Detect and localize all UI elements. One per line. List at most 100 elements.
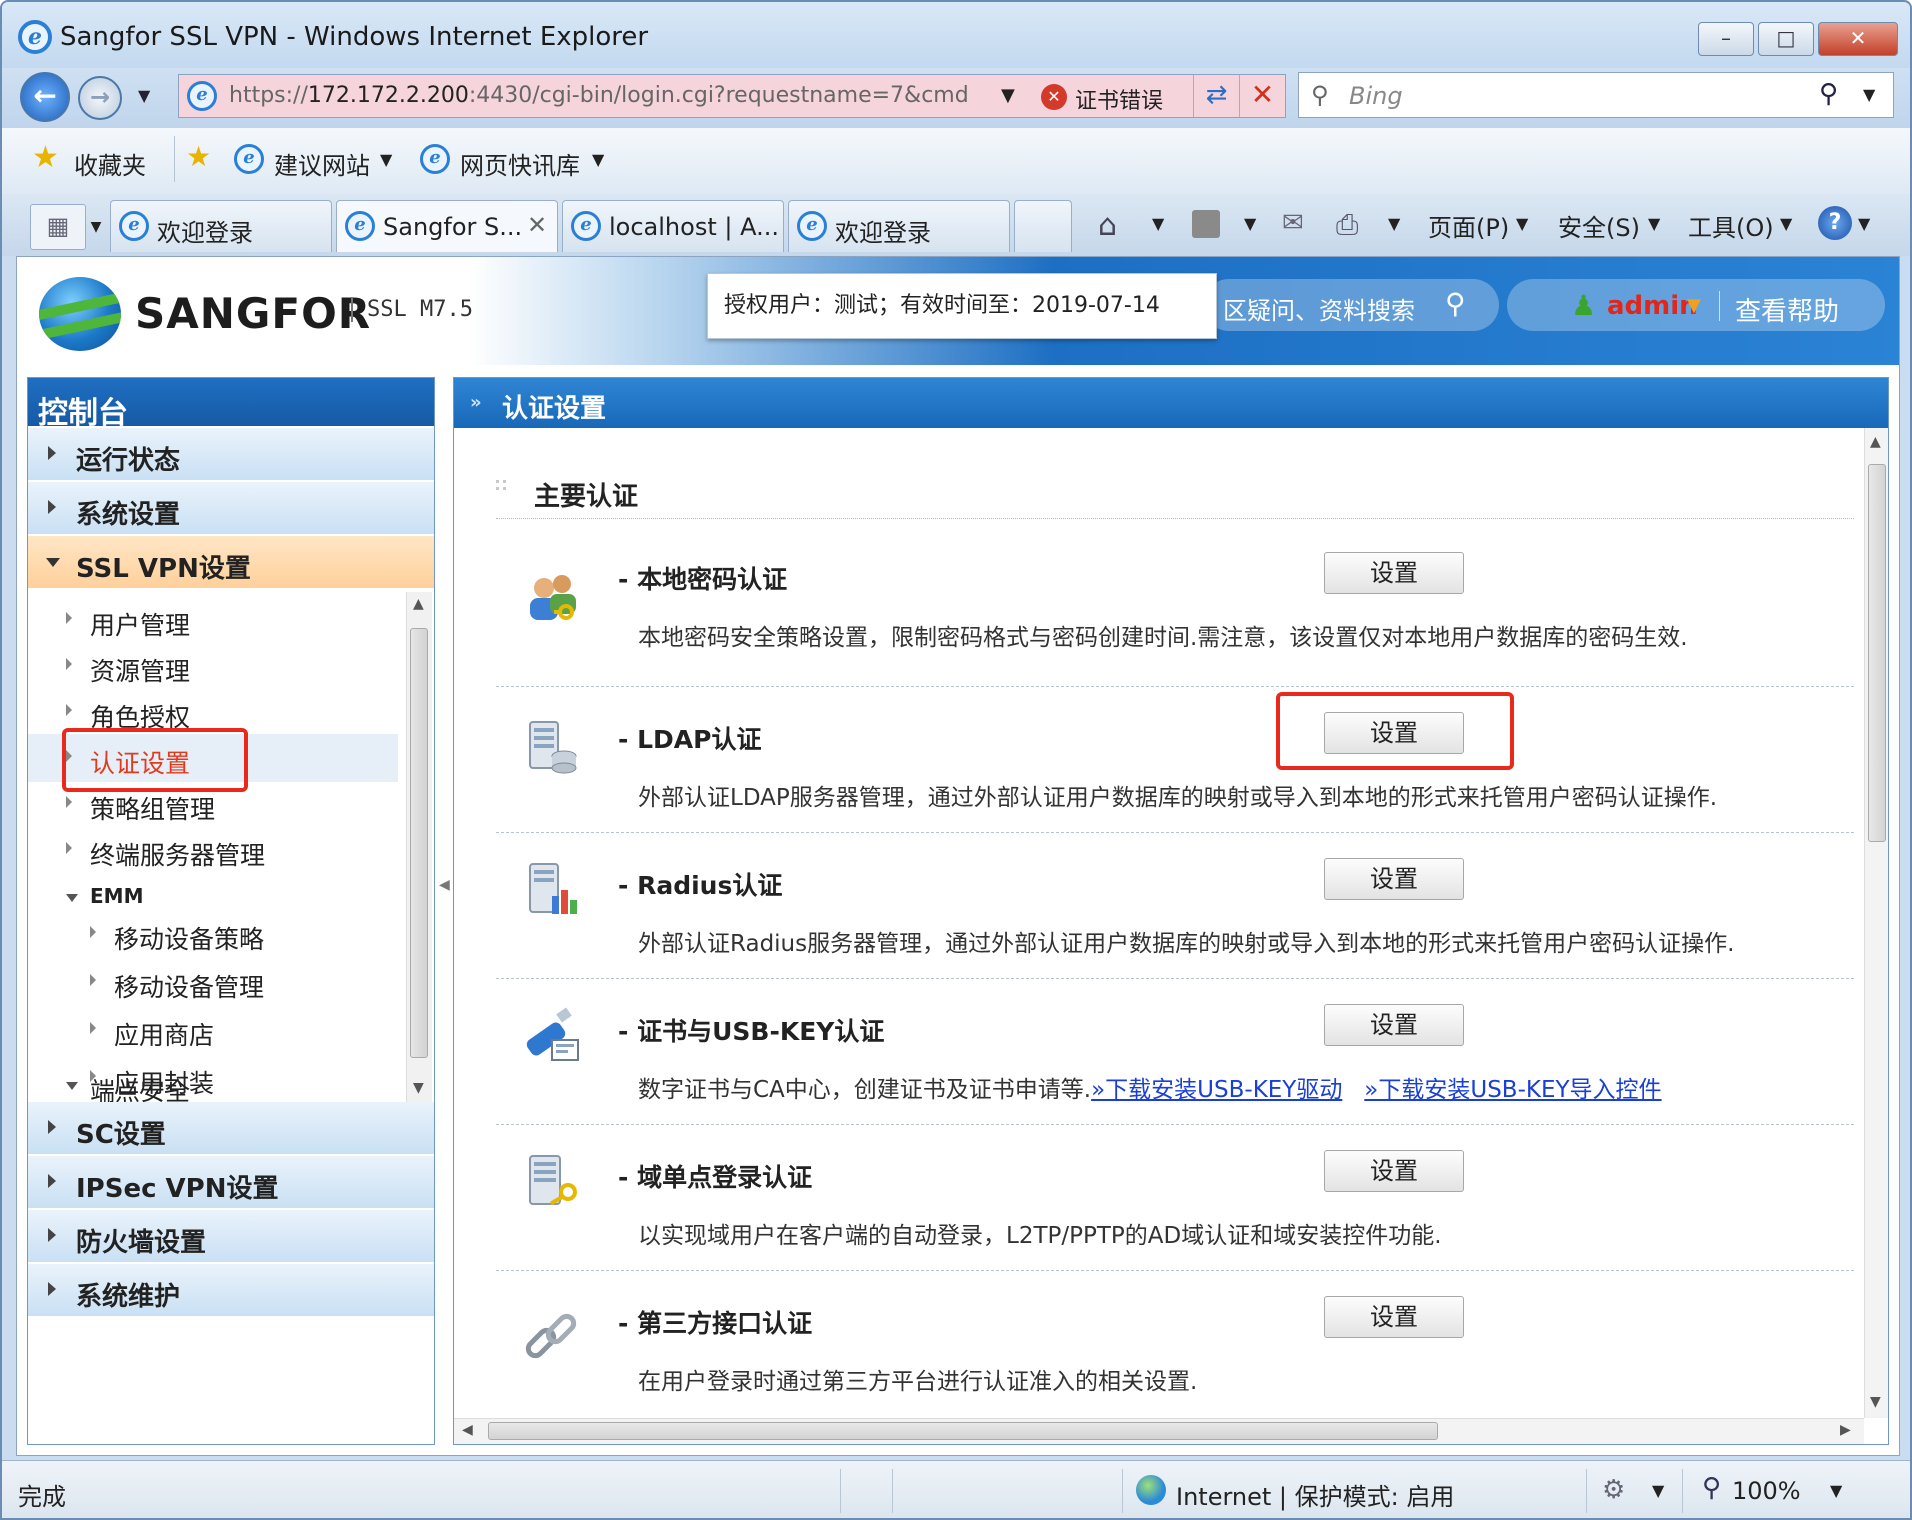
scroll-up-icon[interactable]: ▲ (413, 596, 424, 612)
main-horizontal-scrollbar[interactable]: ◀ ▶ (454, 1418, 1864, 1444)
chevron-down-icon[interactable]: ▼ (1388, 214, 1400, 233)
main-header: » 认证设置 (454, 378, 1888, 428)
separator (1586, 1469, 1587, 1513)
close-button[interactable]: ✕ (1818, 22, 1898, 56)
chevron-down-icon[interactable]: ▼ (592, 150, 604, 169)
add-favorite-icon[interactable]: ★ (186, 140, 211, 173)
chevron-down-icon[interactable]: ▼ (1652, 1481, 1664, 1500)
address-dropdown-icon[interactable]: ▼ (1001, 85, 1015, 106)
chevron-down-icon[interactable]: ▼ (1830, 1481, 1842, 1500)
search-icon[interactable]: ⚲ (1819, 79, 1838, 109)
sidebar-item-sc-settings[interactable]: SC设置 (28, 1102, 434, 1156)
radius-settings-button[interactable]: 设置 (1324, 858, 1464, 900)
download-usbkey-driver-link[interactable]: »下载安装USB-KEY驱动 (1091, 1077, 1342, 1103)
tools-menu[interactable]: 工具(O) (1688, 208, 1774, 243)
feeds-icon[interactable] (1192, 210, 1220, 238)
scrollbar-thumb[interactable] (488, 1422, 1438, 1440)
chevron-down-icon[interactable]: ▼ (380, 150, 392, 169)
home-icon[interactable]: ⌂ (1098, 208, 1117, 243)
tab-sangfor[interactable]: e Sangfor S... ✕ (336, 200, 558, 252)
cert-error-label[interactable]: 证书错误 (1075, 83, 1163, 115)
scroll-down-icon[interactable]: ▼ (413, 1080, 424, 1096)
print-icon[interactable]: ⎙ (1336, 208, 1358, 242)
tab-welcome-1[interactable]: e 欢迎登录 (110, 200, 332, 252)
address-bar[interactable]: e https://172.172.2.200:4430/cgi-bin/log… (178, 74, 1286, 118)
browser-window: e Sangfor SSL VPN - Windows Internet Exp… (0, 0, 1912, 1520)
tab-list-icon[interactable]: ▼ (86, 204, 106, 250)
sidebar-item-label: 资源管理 (90, 657, 191, 686)
sidebar-item-mobile-management[interactable]: 移动设备管理 (28, 958, 398, 1006)
user-menu-icon[interactable]: ▼ (1687, 295, 1701, 316)
chevron-down-icon[interactable]: ▼ (1152, 214, 1164, 233)
sidebar-item-terminal-server[interactable]: 终端服务器管理 (28, 826, 398, 874)
ssl-vpn-submenu: 用户管理 资源管理 角色授权 认证设置 策略组管理 终端服务器管理 EMM 移动… (28, 592, 434, 1100)
new-tab-button[interactable] (1014, 200, 1072, 252)
help-link[interactable]: 查看帮助 (1735, 291, 1839, 328)
zoom-level[interactable]: 100% (1732, 1477, 1801, 1505)
server-database-icon (529, 721, 577, 774)
sidebar-item-ssl-vpn[interactable]: SSL VPN设置 (28, 536, 434, 590)
safety-menu[interactable]: 安全(S) (1558, 208, 1640, 243)
forward-icon[interactable]: → (78, 76, 122, 120)
sidebar-title: 控制台 (28, 378, 434, 431)
stop-icon[interactable]: ✕ (1239, 75, 1285, 117)
sidebar-group-endpoint-security[interactable]: 端点安全 (28, 1062, 398, 1102)
suggested-sites-link[interactable]: 建议网站 (274, 146, 370, 181)
page-menu[interactable]: 页面(P) (1428, 208, 1509, 243)
sidebar-item-user-management[interactable]: 用户管理 (28, 596, 398, 644)
sidebar-item-resource-management[interactable]: 资源管理 (28, 642, 398, 690)
restore-button[interactable]: □ (1758, 22, 1814, 56)
scrollbar-thumb[interactable] (1868, 464, 1886, 842)
user-name[interactable]: admin (1607, 291, 1698, 321)
sidebar-item-run-status[interactable]: 运行状态 (28, 428, 434, 482)
zoom-icon[interactable]: ⚲ (1702, 1473, 1721, 1503)
scroll-right-icon[interactable]: ▶ (1840, 1422, 1851, 1438)
certificate-settings-button[interactable]: 设置 (1324, 1004, 1464, 1046)
minimize-button[interactable]: – (1698, 22, 1754, 56)
highlight-box (1276, 692, 1514, 770)
download-usbkey-import-control-link[interactable]: »下载安装USB-KEY导入控件 (1364, 1077, 1661, 1103)
local-password-settings-button[interactable]: 设置 (1324, 552, 1464, 594)
web-slice-gallery-link[interactable]: 网页快讯库 (460, 146, 580, 181)
chevron-right-icon (48, 1282, 56, 1296)
third-party-settings-button[interactable]: 设置 (1324, 1296, 1464, 1338)
protected-mode-icon[interactable]: ⚙ (1602, 1475, 1625, 1505)
sidebar-item-system-settings[interactable]: 系统设置 (28, 482, 434, 536)
search-options-icon[interactable]: ▼ (1863, 85, 1875, 104)
domain-sso-settings-button[interactable]: 设置 (1324, 1150, 1464, 1192)
chevron-down-icon[interactable]: ▼ (1244, 214, 1256, 233)
quick-tabs-icon[interactable]: ▦ (30, 204, 86, 250)
sidebar-item-firewall[interactable]: 防火墙设置 (28, 1210, 434, 1264)
chevron-down-icon[interactable]: ▼ (1858, 214, 1870, 233)
scroll-down-icon[interactable]: ▼ (1870, 1394, 1881, 1410)
search-input[interactable]: Bing (1349, 82, 1403, 110)
main-vertical-scrollbar[interactable]: ▲ ▼ (1864, 428, 1888, 1418)
sidebar-scrollbar[interactable]: ▲ ▼ (406, 592, 432, 1102)
scroll-up-icon[interactable]: ▲ (1870, 434, 1881, 450)
search-icon[interactable]: ⚲ (1445, 287, 1466, 320)
scrollbar-thumb[interactable] (410, 628, 428, 1058)
security-zone[interactable]: Internet | 保护模式: 启用 (1176, 1477, 1454, 1512)
cert-error-icon[interactable]: ✕ (1041, 84, 1067, 110)
sidebar-item-maintenance[interactable]: 系统维护 (28, 1264, 434, 1318)
close-tab-icon[interactable]: ✕ (527, 211, 547, 239)
header-search[interactable]: 区疑问、资料搜索 ⚲ (1203, 279, 1499, 331)
search-box[interactable]: ⚲ Bing ⚲ ▼ (1298, 72, 1894, 118)
separator (1682, 1469, 1683, 1513)
address-url[interactable]: https://172.172.2.200:4430/cgi-bin/login… (229, 83, 999, 108)
tab-localhost[interactable]: e localhost | A... (562, 200, 784, 252)
sidebar-item-label: 端点安全 (90, 1077, 191, 1102)
tab-welcome-2[interactable]: e 欢迎登录 (788, 200, 1010, 252)
refresh-icon[interactable]: ⇄ (1193, 75, 1239, 117)
sidebar-item-ipsec-vpn[interactable]: IPSec VPN设置 (28, 1156, 434, 1210)
history-dropdown-icon[interactable]: ▼ (138, 86, 150, 105)
sidebar-item-mobile-policy[interactable]: 移动设备策略 (28, 910, 398, 958)
mail-icon[interactable]: ✉ (1282, 208, 1304, 238)
help-icon[interactable]: ? (1818, 206, 1852, 240)
collapse-sidebar-icon[interactable]: ◀ (439, 877, 450, 957)
favorites-button[interactable]: 收藏夹 (74, 146, 146, 181)
status-text: 完成 (18, 1483, 66, 1511)
sidebar-item-app-store[interactable]: 应用商店 (28, 1006, 398, 1054)
back-icon[interactable]: ← (20, 72, 70, 122)
scroll-left-icon[interactable]: ◀ (462, 1422, 473, 1438)
